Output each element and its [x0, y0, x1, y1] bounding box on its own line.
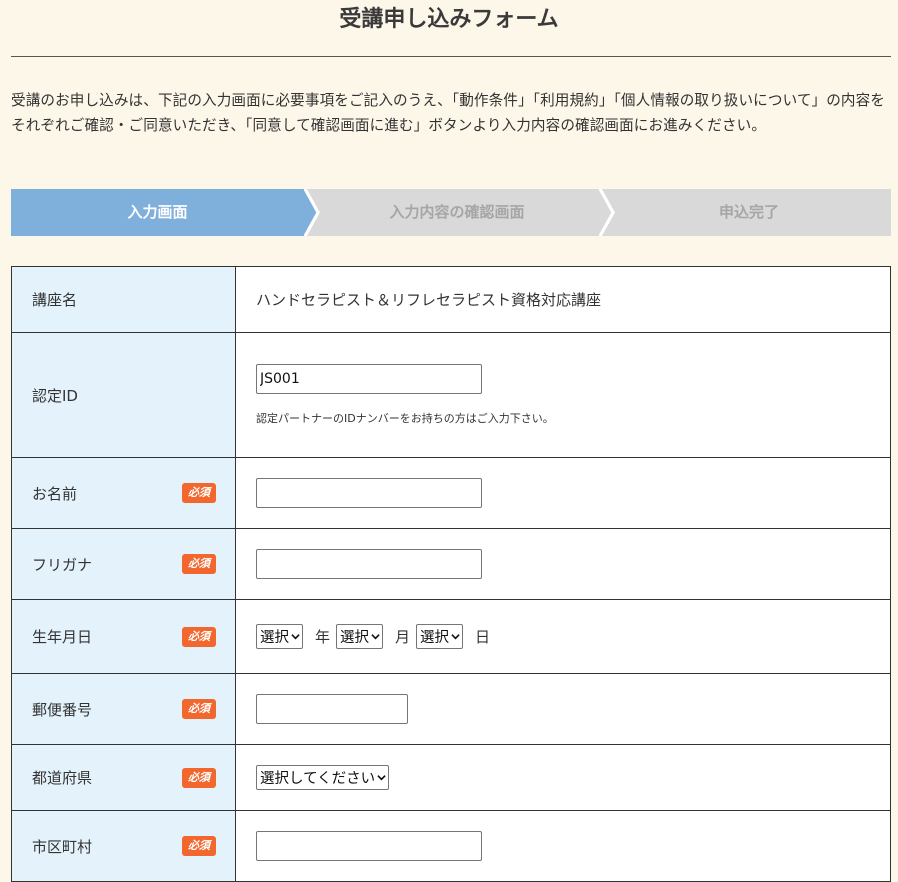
birth-month-value: 選択: [340, 630, 370, 646]
city-cell: [236, 811, 890, 881]
course-label-text: 講座名: [32, 291, 78, 309]
year-unit: 年: [315, 628, 331, 646]
furigana-cell: [236, 529, 890, 599]
prefecture-label-text: 都道府県: [32, 769, 93, 787]
required-badge: 必須: [182, 554, 216, 574]
city-label: 市区町村 必須: [12, 811, 236, 881]
cert-id-note: 認定パートナーのIDナンバーをお持ちの方はご入力下さい。: [256, 412, 554, 425]
city-label-text: 市区町村: [32, 837, 93, 856]
furigana-label: フリガナ 必須: [12, 529, 236, 599]
postal-cell: [236, 674, 890, 744]
page-title: 受講申し込みフォーム: [339, 6, 559, 32]
application-form-table: 講座名 ハンドセラピスト＆リフレセラピスト資格対応講座 認定ID 認定パートナー…: [11, 266, 891, 882]
birthdate-selects: 選択 年 選択 月 選択 日: [256, 624, 890, 649]
postal-code-input[interactable]: [256, 694, 408, 724]
prefecture-label: 都道府県 必須: [12, 745, 236, 810]
postal-label-text: 郵便番号: [32, 700, 93, 719]
name-label-text: お名前: [32, 484, 78, 503]
prefecture-select[interactable]: 選択してください: [256, 765, 390, 790]
intro-text: 受講のお申し込みは、下記の入力画面に必要事項をご記入のうえ、「動作条件」「利用規…: [11, 92, 885, 134]
required-badge: 必須: [182, 626, 216, 647]
form-row-name: お名前 必須: [12, 458, 890, 529]
birth-month-select[interactable]: 選択: [336, 624, 384, 649]
course-label: 講座名: [12, 267, 236, 332]
title-divider: [11, 56, 891, 57]
cert-id-label-text: 認定ID: [32, 386, 78, 405]
postal-label: 郵便番号 必須: [12, 674, 236, 744]
city-input[interactable]: [256, 831, 482, 861]
cert-id-cell: 認定パートナーのIDナンバーをお持ちの方はご入力下さい。: [236, 333, 890, 457]
form-row-cert-id: 認定ID 認定パートナーのIDナンバーをお持ちの方はご入力下さい。: [12, 333, 890, 458]
birth-year-value: 選択: [260, 630, 289, 646]
birth-year-select[interactable]: 選択: [256, 624, 303, 649]
prefecture-value: 選択してください: [260, 771, 376, 787]
form-row-city: 市区町村 必須: [12, 811, 890, 882]
day-unit: 日: [475, 628, 491, 646]
form-row-postal: 郵便番号 必須: [12, 674, 890, 745]
chevron-down-icon: [371, 634, 380, 640]
form-row-prefecture: 都道府県 必須 選択してください: [12, 745, 890, 811]
required-badge: 必須: [182, 699, 216, 719]
course-value-cell: ハンドセラピスト＆リフレセラピスト資格対応講座: [236, 267, 890, 332]
required-badge: 必須: [182, 767, 216, 788]
step-input: 入力画面: [127, 203, 188, 221]
cert-id-label: 認定ID: [12, 333, 236, 457]
chevron-down-icon: [291, 634, 300, 640]
birthdate-cell: 選択 年 選択 月 選択 日: [236, 600, 890, 673]
chevron-down-icon: [451, 634, 460, 640]
form-row-course: 講座名 ハンドセラピスト＆リフレセラピスト資格対応講座: [12, 267, 890, 333]
birthdate-label-text: 生年月日: [32, 628, 93, 646]
required-badge: 必須: [182, 483, 216, 503]
form-row-birthdate: 生年月日 必須 選択 年 選択 月 選択 日: [12, 600, 890, 674]
chevron-down-icon: [377, 775, 386, 781]
name-label: お名前 必須: [12, 458, 236, 528]
name-input[interactable]: [256, 478, 482, 508]
furigana-label-text: フリガナ: [32, 555, 93, 574]
birth-day-value: 選択: [420, 630, 450, 646]
course-name: ハンドセラピスト＆リフレセラピスト資格対応講座: [256, 291, 602, 309]
birth-day-select[interactable]: 選択: [416, 624, 464, 649]
name-cell: [236, 458, 890, 528]
step-confirm: 入力内容の確認画面: [389, 203, 525, 221]
cert-id-input[interactable]: [256, 364, 482, 394]
month-unit: 月: [395, 628, 411, 646]
form-row-furigana: フリガナ 必須: [12, 529, 890, 600]
prefecture-cell: 選択してください: [236, 745, 890, 810]
required-badge: 必須: [182, 836, 216, 856]
step-complete: 申込完了: [718, 203, 779, 221]
progress-steps: 入力画面 入力内容の確認画面 申込完了: [11, 189, 891, 236]
furigana-input[interactable]: [256, 549, 482, 579]
birthdate-label: 生年月日 必須: [12, 600, 236, 673]
